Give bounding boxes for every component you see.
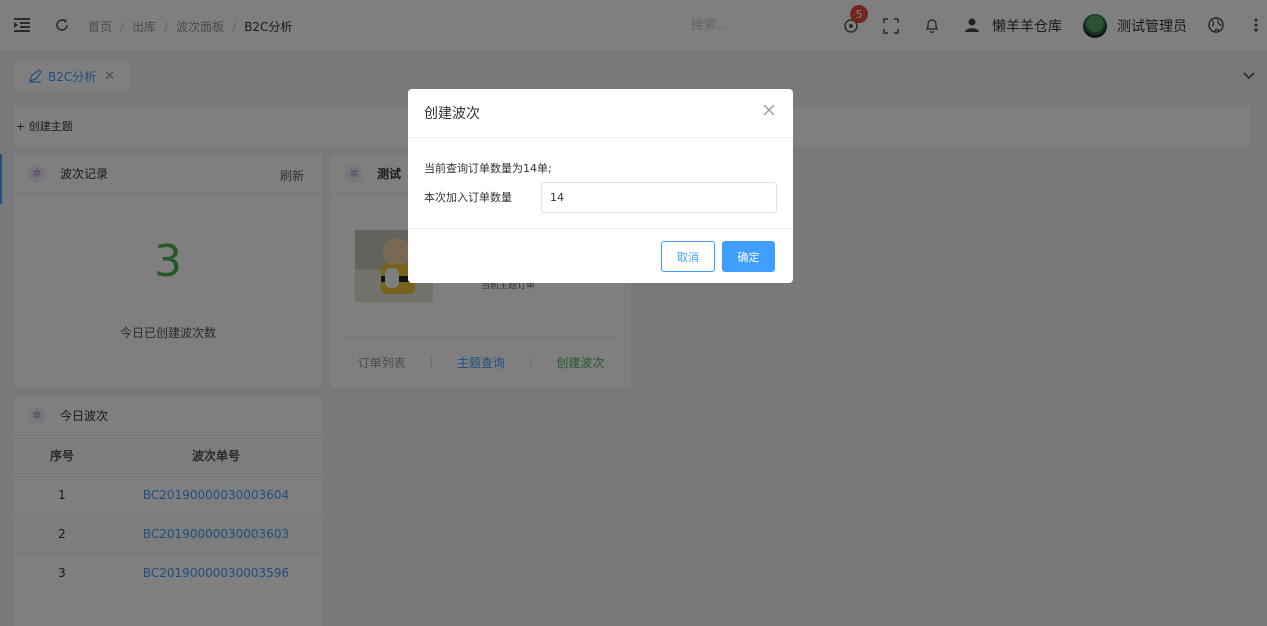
modal-body: 当前查询订单数量为14单; 本次加入订单数量 [408, 138, 793, 229]
modal-header: 创建波次 [408, 89, 793, 138]
confirm-button[interactable]: 确定 [722, 241, 775, 272]
order-quantity-label: 本次加入订单数量 [424, 191, 512, 204]
query-info: 当前查询订单数量为14单; [424, 162, 552, 175]
order-quantity-input[interactable] [541, 182, 777, 213]
cancel-button[interactable]: 取消 [661, 241, 715, 272]
create-wave-modal: 创建波次 当前查询订单数量为14单; 本次加入订单数量 取消 确定 [408, 89, 793, 283]
modal-title: 创建波次 [424, 106, 480, 122]
close-icon[interactable] [761, 103, 777, 119]
